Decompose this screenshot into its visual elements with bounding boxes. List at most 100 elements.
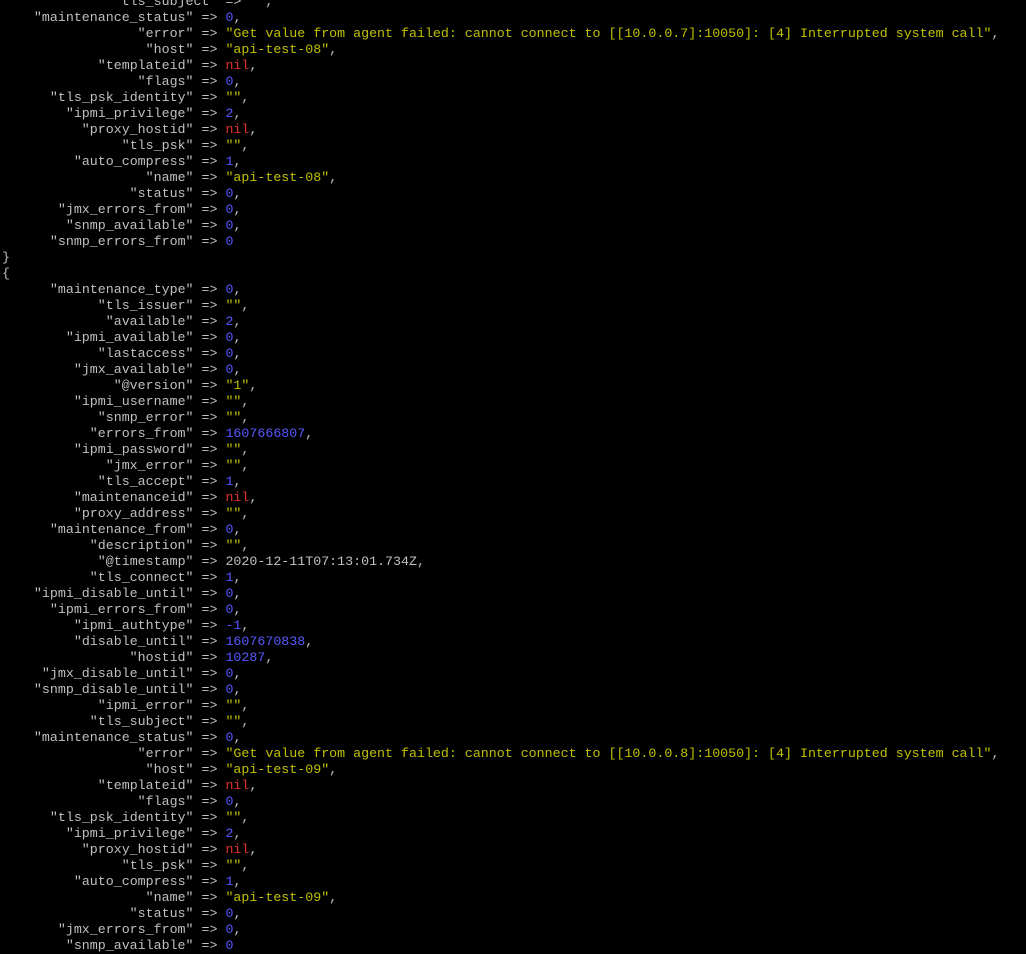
hash-entry: "tls_subject" => "",: [0, 0, 1026, 10]
hash-entry: "tls_psk" => "",: [121, 858, 250, 873]
hash-entry: "hostid" => 10287,: [129, 650, 274, 665]
hash-value: 0: [225, 218, 234, 233]
hash-value: 0: [225, 682, 234, 697]
hash-key: ipmi_disable_until: [41, 586, 186, 601]
hash-entry: "maintenance_type" => 0,: [49, 282, 242, 297]
hash-key: snmp_disable_until: [41, 682, 186, 697]
hash-entry: "tls_psk_identity" => "",: [49, 90, 250, 105]
hash-entry: "error" => "Get value from agent failed:…: [137, 746, 1000, 761]
hash-key: ipmi_privilege: [73, 106, 186, 121]
hash-key: jmx_error: [113, 458, 186, 473]
hash-key: snmp_available: [73, 218, 186, 233]
hash-key: errors_from: [97, 426, 186, 441]
hash-entry: "lastaccess" => 0,: [97, 346, 242, 361]
hash-value: 10287: [225, 650, 266, 665]
hash-key: proxy_hostid: [89, 842, 186, 857]
hash-value: "": [225, 394, 242, 409]
hash-entry: "maintenance_status" => 0,: [33, 10, 242, 25]
hash-value: -1: [225, 618, 242, 633]
hash-entry: "maintenanceid" => nil,: [73, 490, 258, 505]
hash-key: snmp_errors_from: [57, 234, 186, 249]
hash-key: ipmi_error: [105, 698, 186, 713]
hash-key: description: [97, 538, 186, 553]
hash-value: 0: [225, 906, 234, 921]
hash-key: maintenance_type: [57, 282, 186, 297]
hash-entry: "jmx_error" => "",: [105, 458, 250, 473]
hash-value: "": [225, 138, 242, 153]
hash-value: 0: [225, 202, 234, 217]
hash-key: tls_connect: [97, 570, 186, 585]
hash-value: nil: [225, 490, 250, 505]
hash-entry: "ipmi_errors_from" => 0,: [49, 602, 242, 617]
hash-value: 2: [225, 314, 234, 329]
hash-key: ipmi_available: [73, 330, 186, 345]
hash-value: 0: [225, 602, 234, 617]
hash-entry: "ipmi_error" => "",: [97, 698, 250, 713]
hash-entry: "auto_compress" => 1,: [73, 154, 242, 169]
hash-entry: "snmp_errors_from" => 0: [49, 234, 234, 249]
hash-key: proxy_address: [81, 506, 186, 521]
hash-value: 2020-12-11T07:13:01.734Z: [225, 554, 417, 569]
hash-value: nil: [225, 842, 250, 857]
hash-key: host: [153, 42, 186, 57]
hash-key: ipmi_privilege: [73, 826, 186, 841]
hash-value: 1607666807: [225, 426, 306, 441]
hash-key: tls_issuer: [105, 298, 186, 313]
hash-value: 0: [225, 666, 234, 681]
hash-key: auto_compress: [81, 154, 186, 169]
hash-value: "Get value from agent failed: cannot con…: [225, 26, 992, 41]
hash-value: 1: [225, 874, 234, 889]
hash-key: @timestamp: [105, 554, 186, 569]
hash-entry: "auto_compress" => 1,: [73, 874, 242, 889]
hash-entry: "tls_issuer" => "",: [97, 298, 250, 313]
hash-key: maintenance_status: [41, 730, 186, 745]
hash-value: "": [225, 410, 242, 425]
hash-value: nil: [225, 778, 250, 793]
hash-key: disable_until: [81, 634, 186, 649]
hash-value: "api-test-08": [225, 170, 330, 185]
hash-value: 0: [225, 586, 234, 601]
hash-key: tls_subject: [97, 714, 186, 729]
hash-entry: "jmx_errors_from" => 0,: [57, 202, 242, 217]
hash-key: error: [145, 746, 186, 761]
hash-entry: "snmp_error" => "",: [97, 410, 250, 425]
hash-key: flags: [145, 794, 186, 809]
hash-entry: "snmp_available" => 0,: [65, 218, 242, 233]
hash-value: 0: [225, 522, 234, 537]
brace: {: [2, 266, 10, 281]
hash-value: 2: [225, 826, 234, 841]
hash-entry: "status" => 0,: [129, 186, 242, 201]
hash-key: ipmi_authtype: [81, 618, 186, 633]
hash-entry: "jmx_available" => 0,: [73, 362, 242, 377]
hash-value: 1: [225, 570, 234, 585]
terminal-output[interactable]: "tls_subject" => "", "maintenance_status…: [0, 0, 1026, 954]
hash-key: auto_compress: [81, 874, 186, 889]
hash-entry: "host" => "api-test-08",: [145, 42, 338, 57]
hash-key: flags: [145, 74, 186, 89]
hash-entry: "maintenance_status" => 0,: [33, 730, 242, 745]
hash-key: host: [153, 762, 186, 777]
hash-value: 1: [225, 474, 234, 489]
hash-value: 0: [225, 330, 234, 345]
brace-line: }: [0, 250, 1026, 266]
hash-entry: "tls_accept" => 1,: [97, 474, 242, 489]
hash-key: tls_subject: [121, 0, 210, 9]
hash-value: "": [225, 810, 242, 825]
hash-key: proxy_hostid: [89, 122, 186, 137]
hash-entry: "ipmi_password" => "",: [73, 442, 250, 457]
hash-entry: "jmx_disable_until" => 0,: [41, 666, 242, 681]
hash-entry: "flags" => 0,: [137, 74, 242, 89]
hash-value: nil: [225, 122, 250, 137]
hash-value: "1": [225, 378, 250, 393]
hash-entry: "status" => 0,: [129, 906, 242, 921]
hash-entry: "ipmi_privilege" => 2,: [65, 106, 242, 121]
hash-key: name: [153, 890, 186, 905]
hash-key: snmp_error: [105, 410, 186, 425]
hash-key: tls_psk: [129, 138, 186, 153]
hash-key: templateid: [105, 58, 186, 73]
hash-key: tls_psk_identity: [57, 810, 186, 825]
hash-key: tls_psk: [129, 858, 186, 873]
hash-entry: "error" => "Get value from agent failed:…: [137, 26, 1000, 41]
hash-key: jmx_available: [81, 362, 186, 377]
hash-value: 0: [225, 922, 234, 937]
